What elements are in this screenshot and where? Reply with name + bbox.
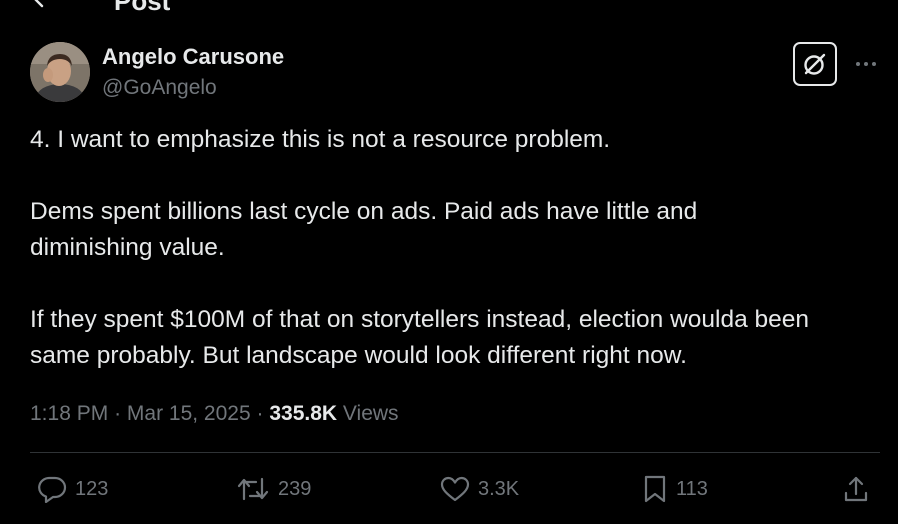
views-label: Views	[342, 402, 399, 425]
avatar-photo	[30, 42, 90, 102]
post-paragraph: If they spent $100M of that on storytell…	[30, 306, 810, 369]
divider	[30, 452, 880, 453]
heart-icon	[440, 476, 470, 502]
reply-count: 123	[75, 477, 109, 500]
bookmark-icon	[644, 475, 666, 503]
page-title: Post	[114, 0, 170, 14]
post-time[interactable]: 1:18 PM	[30, 402, 108, 425]
meta-separator: ·	[114, 402, 122, 425]
like-button[interactable]: 3.3K	[440, 474, 519, 504]
bookmark-button[interactable]: 113	[642, 474, 708, 504]
more-horizontal-icon	[856, 62, 876, 66]
post-text: 4. I want to emphasize this is not a res…	[30, 122, 888, 410]
meta-separator: ·	[256, 402, 264, 425]
repost-arrows-icon	[237, 477, 269, 501]
post-paragraph: 4. I want to emphasize this is not a res…	[30, 126, 611, 153]
post-header: Post	[0, 0, 898, 14]
share-upload-icon	[844, 476, 868, 502]
bookmark-count: 113	[676, 477, 708, 500]
post-date[interactable]: Mar 15, 2025	[127, 402, 251, 425]
grok-icon	[804, 53, 826, 75]
author-handle[interactable]: @GoAngelo	[102, 75, 217, 101]
avatar[interactable]	[30, 42, 90, 102]
views-count: 335.8K	[269, 402, 338, 425]
arrow-left-icon[interactable]	[28, 0, 52, 10]
speech-bubble-icon	[38, 476, 67, 503]
author-display-name[interactable]: Angelo Carusone	[102, 44, 284, 70]
repost-button[interactable]: 239	[236, 474, 311, 504]
like-count: 3.3K	[478, 477, 520, 500]
post-metadata: 1:18 PM · Mar 15, 2025 · 335.8K Views	[30, 400, 399, 428]
grok-button[interactable]	[793, 42, 837, 86]
share-button[interactable]	[842, 474, 870, 504]
reply-button[interactable]: 123	[37, 474, 108, 504]
post-paragraph: Dems spent billions last cycle on ads. P…	[30, 198, 698, 261]
repost-count: 239	[278, 477, 312, 500]
more-options-button[interactable]	[852, 52, 880, 76]
